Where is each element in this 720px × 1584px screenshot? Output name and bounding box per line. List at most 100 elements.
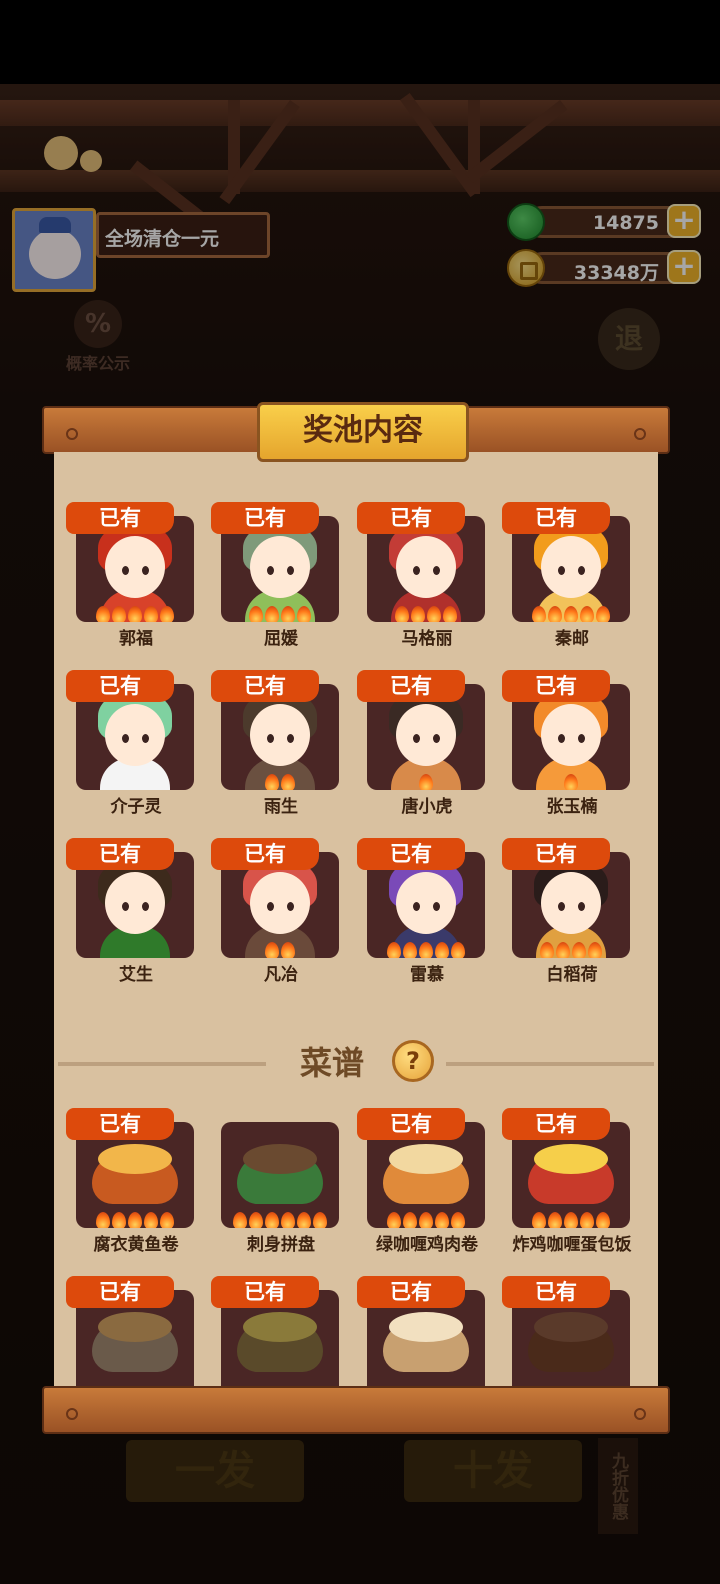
character-slot[interactable]: 已有郭福 <box>66 502 196 649</box>
prize-pool-panel: 菜谱 ? 已有 郭福 已有 屈媛 已有 马格丽 已有 秦邮 已有 介子灵 已有 雨生 已有 唐小虎 已有 张玉… <box>54 452 658 1386</box>
recipe-slot[interactable]: 已有 <box>66 1276 196 1386</box>
character-slot[interactable]: 已有 雷慕 <box>357 838 487 985</box>
eye <box>267 566 274 575</box>
rarity-flames <box>367 774 485 790</box>
rarity-flames <box>76 606 194 622</box>
owned-badge: 已有 <box>211 670 319 702</box>
rarity-flames <box>367 1212 485 1228</box>
recipe-name: 绿咖喱鸡肉卷 <box>376 1235 478 1255</box>
character-slot[interactable]: 已有 秦邮 <box>502 502 632 649</box>
rarity-flames <box>221 942 339 958</box>
flame-icon <box>387 1212 401 1228</box>
flame-icon <box>297 606 311 622</box>
character-portrait <box>541 872 601 934</box>
eye <box>433 902 440 911</box>
flame-icon <box>564 1212 578 1228</box>
owned-badge: 已有 <box>357 670 465 702</box>
eye <box>578 902 585 911</box>
character-slot[interactable]: 已有 张玉楠 <box>502 670 632 817</box>
flame-icon <box>265 942 279 958</box>
character-portrait <box>250 872 310 934</box>
recipe-slot[interactable]: 已有绿咖喱鸡肉卷 <box>357 1108 487 1255</box>
flame-icon <box>556 942 570 958</box>
character-portrait <box>250 536 310 598</box>
character-slot[interactable]: 已有 唐小虎 <box>357 670 487 817</box>
owned-badge: 已有 <box>502 1276 610 1308</box>
flame-icon <box>281 774 295 790</box>
eye <box>267 734 274 743</box>
rarity-flames <box>367 606 485 622</box>
character-name: 介子灵 <box>110 797 162 817</box>
eye <box>122 902 129 911</box>
character-name: 艾生 <box>119 965 153 985</box>
recipe-slot[interactable]: 已有 <box>357 1276 487 1386</box>
flame-icon <box>419 942 433 958</box>
character-portrait <box>105 872 165 934</box>
owned-badge: 已有 <box>66 502 174 534</box>
character-portrait <box>396 704 456 766</box>
character-slot[interactable]: 已有艾生 <box>66 838 196 985</box>
recipe-slot[interactable]: 已有 腐衣黄鱼卷 <box>66 1108 196 1255</box>
owned-badge: 已有 <box>211 502 319 534</box>
rarity-flames <box>367 942 485 958</box>
eye <box>142 902 149 911</box>
rarity-flames <box>76 1212 194 1228</box>
owned-badge: 已有 <box>357 1108 465 1140</box>
flame-icon <box>297 1212 311 1228</box>
eye <box>287 566 294 575</box>
eye <box>578 734 585 743</box>
character-portrait <box>541 536 601 598</box>
character-slot[interactable]: 已有 马格丽 <box>357 502 487 649</box>
flame-icon <box>596 606 610 622</box>
scroll-bottom-roller <box>42 1386 670 1434</box>
flame-icon <box>564 606 578 622</box>
owned-badge: 已有 <box>211 838 319 870</box>
flame-icon <box>443 606 457 622</box>
owned-badge: 已有 <box>211 1276 319 1308</box>
recipe-slot[interactable]: 已有 炸鸡咖喱蛋包饭 <box>502 1108 632 1255</box>
owned-badge: 已有 <box>66 838 174 870</box>
eye <box>142 566 149 575</box>
flame-icon <box>160 1212 174 1228</box>
recipe-slot[interactable]: 刺身拼盘 <box>221 1108 341 1255</box>
dish-food <box>534 1144 608 1174</box>
flame-icon <box>313 1212 327 1228</box>
eye <box>433 734 440 743</box>
rarity-flames <box>512 606 630 622</box>
panel-title: 奖池内容 <box>257 402 469 462</box>
owned-badge: 已有 <box>502 838 610 870</box>
character-portrait <box>105 536 165 598</box>
recipe-name: 腐衣黄鱼卷 <box>93 1235 179 1255</box>
rarity-flames <box>221 774 339 790</box>
eye <box>122 734 129 743</box>
flame-icon <box>144 1212 158 1228</box>
flame-icon <box>112 1212 126 1228</box>
character-name: 凡冶 <box>264 965 298 985</box>
flame-icon <box>265 606 279 622</box>
recipe-slot[interactable]: 已有 <box>211 1276 341 1386</box>
character-slot[interactable]: 已有介子灵 <box>66 670 196 817</box>
dish-food <box>534 1312 608 1342</box>
eye <box>142 734 149 743</box>
rarity-flames <box>512 1212 630 1228</box>
owned-badge: 已有 <box>66 670 174 702</box>
character-slot[interactable]: 已有 屈媛 <box>211 502 341 649</box>
character-slot[interactable]: 已有 雨生 <box>211 670 341 817</box>
flame-icon <box>435 1212 449 1228</box>
flame-icon <box>451 1212 465 1228</box>
flame-icon <box>580 606 594 622</box>
eye <box>413 566 420 575</box>
character-slot[interactable]: 已有 白稻荷 <box>502 838 632 985</box>
recipe-slot[interactable]: 已有 <box>502 1276 632 1386</box>
flame-icon <box>249 606 263 622</box>
flame-icon <box>580 1212 594 1228</box>
owned-badge: 已有 <box>357 838 465 870</box>
character-slot[interactable]: 已有凡冶 <box>211 838 341 985</box>
character-name: 郭福 <box>119 629 153 649</box>
eye <box>413 902 420 911</box>
game-screen: 全场清仓一元 14875 + 33348万 + % 概率公示 退 一发 十发 九… <box>0 0 720 1584</box>
eye <box>413 734 420 743</box>
flame-icon <box>588 942 602 958</box>
help-icon[interactable]: ? <box>392 1040 434 1082</box>
flame-icon <box>451 942 465 958</box>
